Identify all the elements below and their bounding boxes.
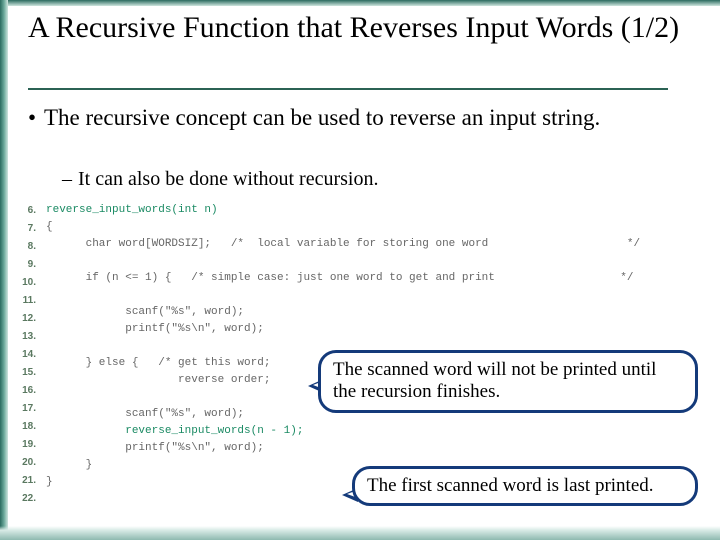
bullet-level-1: •The recursive concept can be used to re… bbox=[28, 104, 688, 131]
bullet-dot: • bbox=[28, 104, 44, 131]
bullet-dash: – bbox=[62, 168, 78, 191]
slide: A Recursive Function that Reverses Input… bbox=[0, 0, 720, 540]
bullet-level-2: –It can also be done without recursion. bbox=[62, 168, 682, 191]
callout-1: The scanned word will not be printed unt… bbox=[318, 350, 698, 413]
callout-1-text: The scanned word will not be printed unt… bbox=[333, 359, 656, 402]
decoration-bottom bbox=[0, 526, 720, 540]
code-block: reverse_input_words(int n){ char word[WO… bbox=[46, 202, 708, 491]
bullet1-text: The recursive concept can be used to rev… bbox=[44, 105, 600, 130]
callout-2-text: The first scanned word is last printed. bbox=[367, 475, 654, 496]
callout-2: The first scanned word is last printed. bbox=[352, 466, 698, 506]
bullet2-text: It can also be done without recursion. bbox=[78, 168, 378, 190]
code-line-numbers: 6.7.8.9.10.11.12.13.14.15.16.17.18.19.20… bbox=[12, 202, 40, 508]
slide-title: A Recursive Function that Reverses Input… bbox=[28, 10, 688, 45]
decoration-left bbox=[0, 0, 8, 540]
title-underline bbox=[28, 88, 668, 90]
decoration-top bbox=[0, 0, 720, 6]
